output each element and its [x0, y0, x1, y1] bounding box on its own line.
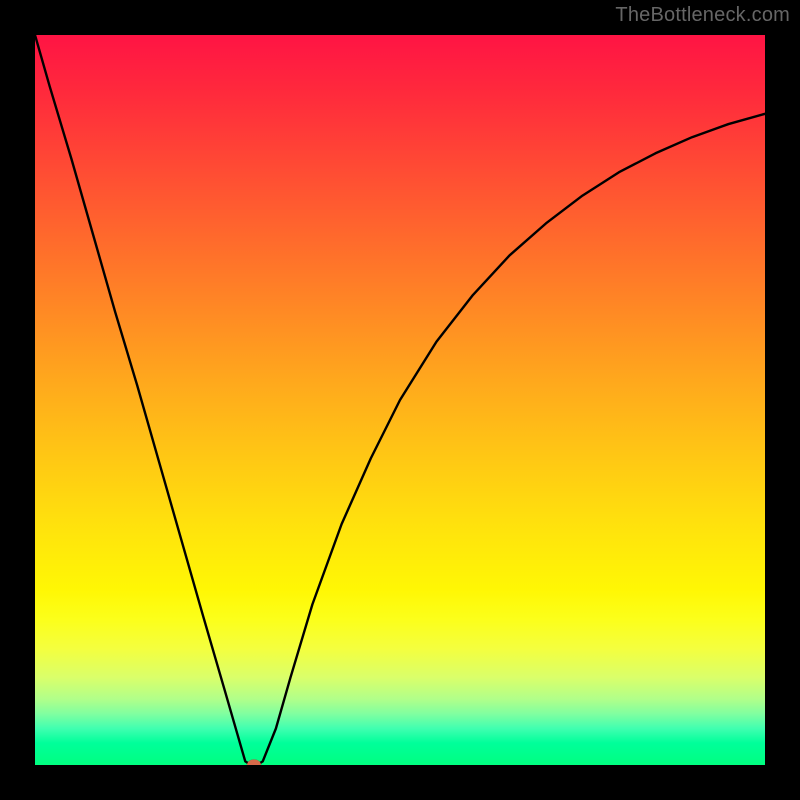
plot-area	[35, 35, 765, 765]
chart-frame: TheBottleneck.com	[0, 0, 800, 800]
bottleneck-curve	[35, 35, 765, 765]
watermark-text: TheBottleneck.com	[615, 4, 790, 27]
optimum-marker	[247, 760, 261, 766]
